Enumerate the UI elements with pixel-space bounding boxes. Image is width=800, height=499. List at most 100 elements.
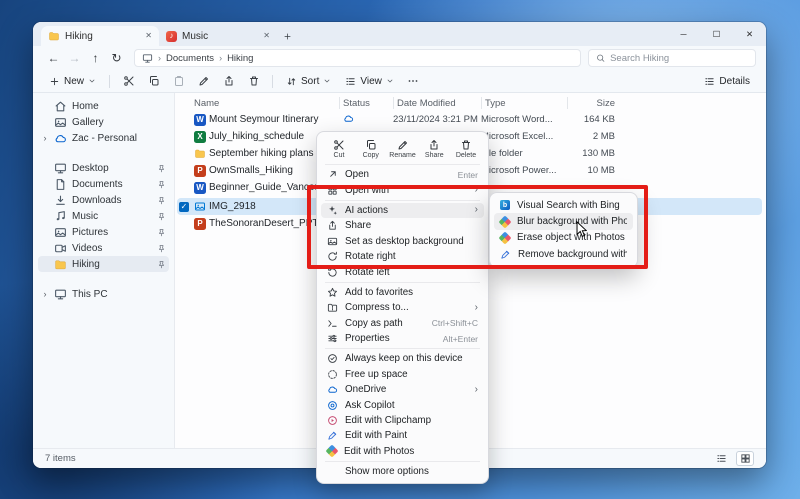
search-input[interactable] [610,53,748,64]
breadcrumb-item-hiking[interactable]: Hiking [227,53,253,64]
menu-item-onedrive[interactable]: OneDrive › [321,382,484,397]
refresh-button[interactable]: ↻ [106,49,127,67]
window-controls: ─ ☐ ✕ [667,22,766,46]
share-quick-action[interactable]: Share [419,138,449,160]
menu-item-rotate-left[interactable]: Rotate left [321,264,484,279]
cut-button[interactable] [117,72,140,91]
menu-item-open[interactable]: Open Enter [321,167,484,182]
sidebar-item-this-pc[interactable]: › This PC [38,286,169,302]
menu-item-show-more-options[interactable]: Show more options [321,464,484,479]
thumbnail-view-toggle[interactable] [736,451,754,466]
sidebar-item-documents[interactable]: Documents [38,176,169,192]
pictures-icon [54,226,67,239]
maximize-button[interactable]: ☐ [700,22,733,46]
menu-item-set-as-desktop-background[interactable]: Set as desktop background [321,234,484,249]
menu-item-edit-with-photos[interactable]: Edit with Photos [321,444,484,459]
minimize-button[interactable]: ─ [667,22,700,46]
menu-item-open-with[interactable]: Open with › [321,182,484,197]
sidebar-item-desktop[interactable]: Desktop [38,160,169,176]
submenu-item-remove-background-paint[interactable]: Remove background with Paint [494,246,633,262]
share-button[interactable] [217,72,240,91]
paint-icon [327,430,338,441]
forward-button[interactable]: → [64,49,85,67]
rename-button[interactable] [192,72,215,91]
rename-quick-action[interactable]: Rename [388,138,418,160]
sort-button[interactable]: Sort [280,72,337,91]
sidebar-item-downloads[interactable]: Downloads [38,192,169,208]
copy-icon [365,139,377,151]
menu-item-share[interactable]: Share [321,218,484,233]
sidebar-item-pictures[interactable]: Pictures [38,224,169,240]
delete-button[interactable] [242,72,265,91]
search-icon [596,53,605,63]
tab-bar: Hiking ✕ ♪ Music ✕ ─ ☐ ✕ [33,22,766,46]
menu-item-copy-as-path[interactable]: Copy as path Ctrl+Shift+C [321,316,484,331]
menu-item-free-up-space[interactable]: Free up space [321,367,484,382]
copy-button[interactable] [142,72,165,91]
column-header-name[interactable]: Name [191,97,339,109]
tab-label: Music [182,31,258,42]
view-button[interactable]: View [339,72,400,91]
cut-quick-action[interactable]: Cut [324,138,354,160]
menu-item-rotate-right[interactable]: Rotate right [321,249,484,264]
powerpoint-file-icon [194,165,206,177]
onedrive-cloud-icon [327,384,338,395]
paste-button[interactable] [167,72,190,91]
close-button[interactable]: ✕ [733,22,766,46]
up-button[interactable]: ↑ [85,49,106,67]
share-icon [428,139,440,151]
menu-item-compress-to[interactable]: Compress to... › [321,300,484,315]
tab-hiking[interactable]: Hiking ✕ [41,26,159,46]
menu-item-add-to-favorites[interactable]: Add to favorites [321,285,484,300]
column-header-date[interactable]: Date Modified [393,97,481,109]
menu-separator [325,200,480,201]
delete-quick-action[interactable]: Delete [451,138,481,160]
copilot-icon [327,400,338,411]
breadcrumb[interactable]: › Documents › Hiking [134,49,581,67]
chevron-down-icon [88,77,96,85]
sidebar-item-hiking[interactable]: Hiking [38,256,169,272]
sidebar-item-music[interactable]: Music [38,208,169,224]
sidebar-item-home[interactable]: Home [38,98,169,114]
menu-item-edit-with-paint[interactable]: Edit with Paint [321,428,484,443]
submenu-item-blur-background-photos[interactable]: Blur background with Photos [494,213,633,229]
column-header-size[interactable]: Size [567,97,619,109]
close-tab-icon[interactable]: ✕ [263,32,270,40]
column-header-type[interactable]: Type [481,97,567,109]
chevron-right-icon: › [158,53,161,63]
pin-icon [157,196,166,205]
word-file-icon [194,114,206,126]
sidebar-item-onedrive[interactable]: › Zac - Personal [38,130,169,146]
more-options-button[interactable] [402,72,425,91]
menu-item-edit-with-clipchamp[interactable]: Edit with Clipchamp [321,413,484,428]
sidebar-item-gallery[interactable]: Gallery [38,114,169,130]
new-button[interactable]: New [43,72,102,91]
tab-music[interactable]: ♪ Music ✕ [159,26,277,46]
music-tab-icon: ♪ [166,31,177,42]
copy-quick-action[interactable]: Copy [356,138,386,160]
search-box[interactable] [588,49,756,67]
selected-checkbox[interactable]: ✓ [179,202,189,212]
new-tab-button[interactable] [277,26,297,46]
submenu-item-visual-search-bing[interactable]: Visual Search with Bing [494,197,633,213]
breadcrumb-root-icon [142,53,153,64]
file-row[interactable]: Mount Seymour Itinerary 23/11/2024 3:21 … [177,111,766,128]
rotate-right-icon [327,251,338,262]
submenu-item-erase-object-photos[interactable]: Erase object with Photos [494,230,633,246]
column-header-status[interactable]: Status [339,97,393,109]
expand-chevron-icon[interactable]: › [41,134,49,143]
close-tab-icon[interactable]: ✕ [145,32,152,40]
details-pane-button[interactable]: Details [698,72,756,91]
breadcrumb-item-documents[interactable]: Documents [166,53,214,64]
details-view-toggle[interactable] [712,451,730,466]
onedrive-status-cloud-icon [343,113,354,124]
back-button[interactable]: ← [43,49,64,67]
menu-item-always-keep-on-device[interactable]: Always keep on this device [321,351,484,366]
pin-icon [157,228,166,237]
menu-item-properties[interactable]: Properties Alt+Enter [321,331,484,346]
menu-item-ask-copilot[interactable]: Ask Copilot [321,397,484,412]
expand-chevron-icon[interactable]: › [41,290,49,299]
toolbar-divider [109,75,110,88]
menu-item-ai-actions[interactable]: AI actions › [321,203,484,218]
sidebar-item-videos[interactable]: Videos [38,240,169,256]
